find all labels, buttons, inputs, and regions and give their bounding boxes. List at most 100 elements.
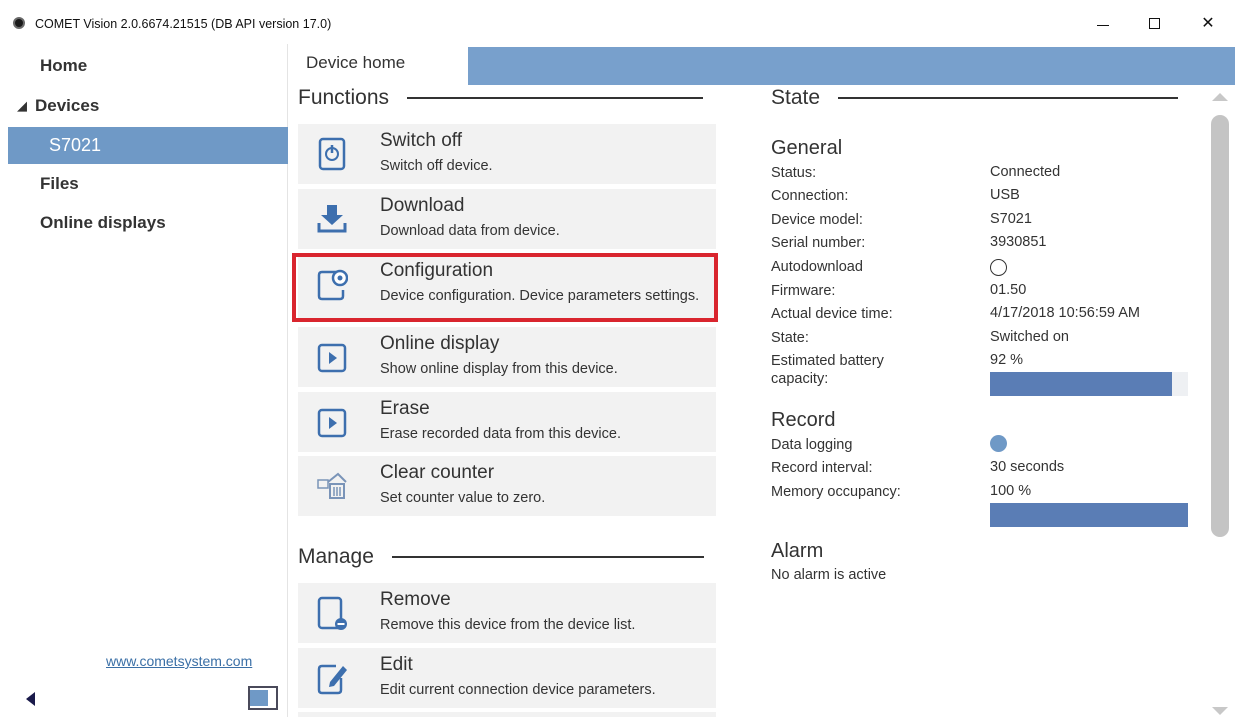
configuration-highlight-box [292, 253, 718, 322]
device-model-value: S7021 [990, 211, 1032, 227]
sidebar-item-devices[interactable]: ◢ Devices [0, 88, 288, 124]
close-button[interactable]: ✕ [1186, 8, 1230, 38]
sidebar-item-online-displays[interactable]: Online displays [0, 205, 288, 241]
connection-label: Connection: [771, 188, 849, 204]
device-remove-icon [317, 596, 347, 630]
clear-counter-button[interactable]: Clear counter Set counter value to zero. [298, 456, 716, 516]
expand-triangle-icon[interactable]: ◢ [17, 98, 27, 114]
minimize-button[interactable] [1081, 8, 1125, 38]
serial-number-value: 3930851 [990, 234, 1047, 250]
state-heading-text: State [771, 86, 821, 109]
function-description: Switch off device. [380, 158, 493, 174]
heading-rule [407, 97, 704, 99]
sidebar-item-label: S7021 [49, 135, 102, 155]
record-interval-value: 30 seconds [990, 459, 1065, 475]
vertical-scrollbar[interactable] [1209, 85, 1229, 717]
maximize-icon [1148, 17, 1160, 29]
window-titlebar: COMET Vision 2.0.6674.21515 (DB API vers… [0, 0, 1235, 44]
autodownload-label: Autodownload [771, 259, 863, 275]
function-description: Erase recorded data from this device. [380, 426, 621, 442]
heading-rule [391, 556, 704, 558]
function-card-partial [298, 712, 716, 717]
close-icon: ✕ [1201, 15, 1215, 32]
website-link[interactable]: www.cometsystem.com [106, 653, 252, 669]
function-title: Edit [380, 654, 413, 675]
serial-number-label: Serial number: [771, 235, 866, 251]
tab-device-home[interactable]: Device home [289, 44, 467, 85]
maximize-button[interactable] [1132, 8, 1176, 38]
functions-heading-text: Functions [298, 86, 390, 109]
state-heading: State [771, 86, 1179, 110]
memory-bar [990, 503, 1188, 527]
function-description: Download data from device. [380, 223, 560, 239]
memory-bar-fill [990, 503, 1188, 527]
status-value: Connected [990, 164, 1061, 180]
switch-off-button[interactable]: Switch off Switch off device. [298, 124, 716, 184]
device-time-label: Actual device time: [771, 306, 893, 322]
play-box-icon [317, 408, 347, 438]
manage-heading: Manage [298, 545, 704, 569]
alarm-heading: Alarm [771, 540, 824, 562]
function-description: Remove this device from the device list. [380, 617, 636, 633]
download-button[interactable]: Download Download data from device. [298, 189, 716, 249]
manage-heading-text: Manage [298, 545, 374, 568]
data-logging-indicator [990, 435, 1007, 452]
sidebar-item-label: Home [40, 56, 88, 75]
function-description: Show online display from this device. [380, 361, 618, 377]
collapse-sidebar-icon[interactable] [26, 692, 35, 706]
window-title: COMET Vision 2.0.6674.21515 (DB API vers… [35, 17, 332, 31]
panel-layout-icon[interactable] [248, 686, 278, 710]
function-description: Set counter value to zero. [380, 490, 546, 506]
state-label: State: [771, 330, 809, 346]
function-title: Download [380, 195, 465, 216]
battery-label: Estimated battery capacity: [771, 353, 884, 387]
power-icon [318, 137, 346, 171]
scroll-up-icon[interactable] [1212, 93, 1228, 101]
function-title: Online display [380, 333, 500, 354]
play-box-icon [317, 343, 347, 373]
data-logging-label: Data logging [771, 437, 853, 453]
erase-button[interactable]: Erase Erase recorded data from this devi… [298, 392, 716, 452]
scrollbar-thumb[interactable] [1211, 115, 1229, 537]
clear-counter-icon [317, 472, 347, 499]
sidebar-item-files[interactable]: Files [0, 166, 288, 202]
record-heading: Record [771, 409, 836, 431]
battery-bar [990, 372, 1188, 396]
function-title: Erase [380, 398, 430, 419]
tab-strip-fill [468, 47, 1235, 85]
edit-button[interactable]: Edit Edit current connection device para… [298, 648, 716, 708]
sidebar-item-label: Devices [35, 96, 100, 115]
firmware-label: Firmware: [771, 283, 836, 299]
autodownload-indicator [990, 259, 1007, 276]
heading-rule [838, 97, 1179, 99]
sidebar-item-label: Files [40, 174, 79, 193]
record-interval-label: Record interval: [771, 460, 873, 476]
scroll-down-icon[interactable] [1212, 707, 1228, 715]
function-title: Clear counter [380, 462, 495, 483]
function-title: Switch off [380, 130, 463, 151]
comet-app-icon [13, 17, 25, 29]
device-model-label: Device model: [771, 212, 863, 228]
functions-heading: Functions [298, 86, 704, 110]
remove-button[interactable]: Remove Remove this device from the devic… [298, 583, 716, 643]
status-label: Status: [771, 165, 817, 181]
function-title: Remove [380, 589, 451, 610]
alarm-text: No alarm is active [771, 567, 887, 583]
firmware-value: 01.50 [990, 282, 1027, 298]
device-time-value: 4/17/2018 10:56:59 AM [990, 305, 1140, 321]
sidebar-item-s7021[interactable]: S7021 [8, 127, 288, 164]
battery-value: 92 % [990, 352, 1024, 368]
sidebar-item-home[interactable]: Home [0, 48, 288, 84]
minimize-icon [1097, 24, 1109, 26]
memory-occupancy-value: 100 % [990, 483, 1032, 499]
state-value: Switched on [990, 329, 1069, 345]
device-edit-icon [317, 664, 347, 695]
online-display-button[interactable]: Online display Show online display from … [298, 327, 716, 387]
tab-strip: Device home [289, 44, 1235, 85]
connection-value: USB [990, 187, 1020, 203]
sidebar-item-label: Online displays [40, 213, 166, 232]
battery-bar-fill [990, 372, 1173, 396]
function-description: Edit current connection device parameter… [380, 682, 656, 698]
general-heading: General [771, 137, 843, 159]
download-icon [317, 205, 347, 233]
